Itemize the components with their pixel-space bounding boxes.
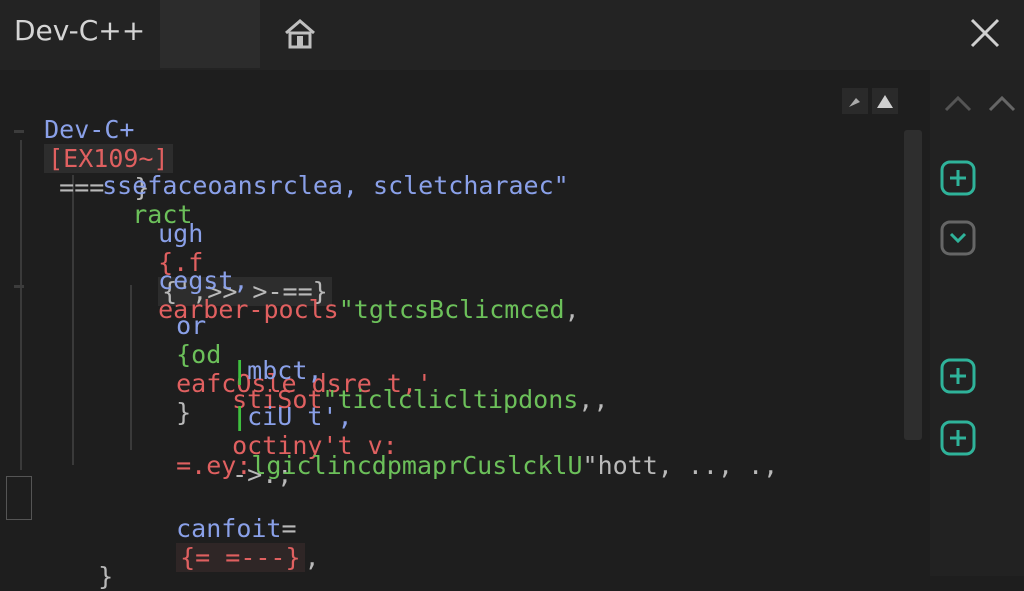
add-button[interactable] — [940, 160, 976, 196]
title-bar: Dev-C++ — [0, 0, 1024, 70]
fold-marker — [14, 285, 24, 288]
code-token: , — [564, 295, 580, 324]
scroll-up-button[interactable] — [872, 88, 898, 114]
code-line: canfoit= {= =---}, — [146, 485, 320, 572]
code-line: } — [68, 533, 113, 591]
code-token: canfoit — [176, 514, 282, 543]
code-token: =.ey: — [176, 451, 252, 480]
code-token: lgiclincdpmaprCuslcklU — [251, 451, 583, 480]
code-token: } — [98, 562, 114, 591]
side-panel — [930, 70, 1024, 576]
tab-placeholder[interactable] — [160, 0, 260, 68]
app-title: Dev-C++ — [14, 14, 146, 47]
code-token: ,, — [578, 385, 609, 414]
code-token: , — [304, 543, 320, 572]
code-line: =.ey:lgiclincdpmaprCuslcklU"hott, .., ., — [146, 422, 778, 480]
code-token: {= =---} — [176, 543, 305, 572]
collapse-button[interactable] — [940, 220, 976, 256]
chevron-up-icon[interactable] — [942, 92, 974, 116]
code-token: = — [281, 514, 297, 543]
code-token: "hott, .., ., — [582, 451, 779, 480]
fold-toggle[interactable] — [6, 476, 32, 520]
home-icon[interactable] — [282, 16, 318, 52]
add-button[interactable] — [940, 358, 976, 394]
add-button[interactable] — [940, 420, 976, 456]
chevron-up-icon[interactable] — [986, 92, 1018, 116]
code-token: Dev-C+ — [44, 115, 135, 144]
triangle-up-icon — [877, 95, 893, 108]
pin-button[interactable] — [842, 88, 868, 114]
scrollbar-thumb[interactable] — [904, 130, 922, 440]
close-icon[interactable] — [968, 16, 1002, 50]
pin-icon — [849, 98, 860, 107]
